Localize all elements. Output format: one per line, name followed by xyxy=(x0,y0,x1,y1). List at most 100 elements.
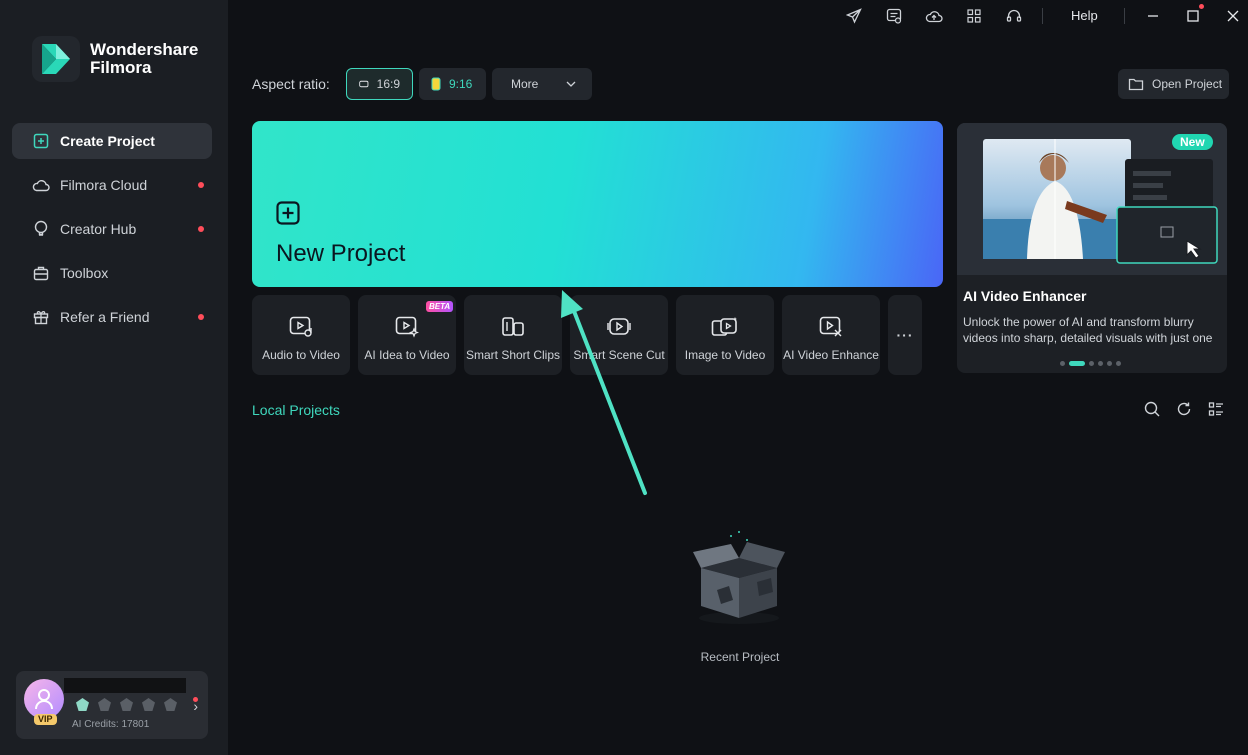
sidebar-item-refer-a-friend[interactable]: Refer a Friend xyxy=(12,299,212,335)
notification-dot xyxy=(1199,4,1204,9)
aspect-option-label: 16:9 xyxy=(376,77,400,91)
tile-ai-idea-to-video[interactable]: BETA AI Idea to Video xyxy=(358,295,456,375)
toolbox-icon xyxy=(32,264,50,282)
sidebar-item-label: Creator Hub xyxy=(60,221,137,237)
tile-label: Audio to Video xyxy=(262,348,340,362)
folder-icon xyxy=(1128,78,1144,91)
user-card[interactable]: VIP › AI Credits: 17801 xyxy=(16,671,208,739)
minimize-icon[interactable] xyxy=(1143,6,1163,26)
notification-dot xyxy=(198,314,204,320)
portrait-icon xyxy=(431,77,441,91)
promo-card[interactable]: New AI Video Enhancer Unlock the power o… xyxy=(957,123,1227,373)
beta-badge: BETA xyxy=(426,301,454,312)
badge-icon xyxy=(98,698,111,711)
ellipsis-icon: ··· xyxy=(896,327,914,343)
open-project-label: Open Project xyxy=(1152,77,1223,91)
brand-logo: Wondershare Filmora xyxy=(32,36,198,82)
divider xyxy=(1124,8,1125,24)
carousel-dot[interactable] xyxy=(1089,361,1094,366)
open-project-button[interactable]: Open Project xyxy=(1118,69,1229,99)
carousel-dot[interactable] xyxy=(1116,361,1121,366)
tile-label: Smart Short Clips xyxy=(465,348,561,362)
send-icon[interactable] xyxy=(844,6,864,26)
new-project-button[interactable]: New Project xyxy=(252,121,943,287)
aspect-9-16-button[interactable]: 9:16 xyxy=(419,68,486,100)
feedback-icon[interactable] xyxy=(884,6,904,26)
audio-to-video-icon xyxy=(289,315,313,339)
sidebar-item-create-project[interactable]: Create Project xyxy=(12,123,212,159)
lightbulb-icon xyxy=(32,220,50,238)
notification-dot xyxy=(198,226,204,232)
list-view-icon[interactable] xyxy=(1207,400,1225,418)
maximize-icon[interactable] xyxy=(1183,6,1203,26)
user-name-redacted xyxy=(64,678,186,693)
sidebar-item-label: Filmora Cloud xyxy=(60,177,148,193)
carousel-dot[interactable] xyxy=(1098,361,1103,366)
add-project-icon xyxy=(276,201,300,230)
brand-line-2: Filmora xyxy=(90,58,152,77)
tile-audio-to-video[interactable]: Audio to Video xyxy=(252,295,350,375)
notification-dot xyxy=(198,182,204,188)
sidebar-item-toolbox[interactable]: Toolbox xyxy=(12,255,212,291)
tile-label: Image to Video xyxy=(684,348,766,362)
promo-image: New xyxy=(957,123,1227,275)
new-project-label: New Project xyxy=(276,240,406,267)
badge-icon xyxy=(142,698,155,711)
aspect-ratio-label: Aspect ratio: xyxy=(252,76,330,92)
more-tools-button[interactable]: ··· xyxy=(888,295,922,375)
promo-description: Unlock the power of AI and transform blu… xyxy=(963,315,1213,345)
sidebar-item-label: Toolbox xyxy=(60,265,109,281)
filmora-logo-icon xyxy=(32,36,80,82)
headset-icon[interactable] xyxy=(1004,6,1024,26)
avatar[interactable] xyxy=(24,679,64,719)
brand-name: Wondershare Filmora xyxy=(90,41,198,77)
badge-icon xyxy=(76,698,89,711)
brand-line-1: Wondershare xyxy=(90,40,199,59)
sidebar: Wondershare Filmora Create Project Filmo… xyxy=(0,0,228,755)
filmora-app: Wondershare Filmora Create Project Filmo… xyxy=(0,0,1248,755)
sidebar-item-label: Refer a Friend xyxy=(60,309,150,325)
image-to-video-icon xyxy=(711,315,739,339)
tile-smart-scene-cut[interactable]: Smart Scene Cut xyxy=(570,295,668,375)
tile-image-to-video[interactable]: Image to Video xyxy=(676,295,774,375)
new-badge: New xyxy=(1172,134,1213,150)
cloud-upload-icon[interactable] xyxy=(924,6,944,26)
tile-ai-video-enhance[interactable]: AI Video Enhance xyxy=(782,295,880,375)
gift-icon xyxy=(32,308,50,326)
vip-badge: VIP xyxy=(34,714,57,725)
carousel-dot-active[interactable] xyxy=(1069,361,1085,366)
badge-icon xyxy=(120,698,133,711)
search-icon[interactable] xyxy=(1143,400,1161,418)
tile-label: AI Idea to Video xyxy=(364,348,450,362)
aspect-16-9-button[interactable]: 16:9 xyxy=(346,68,413,100)
tile-smart-short-clips[interactable]: Smart Short Clips xyxy=(464,295,562,375)
divider xyxy=(1042,8,1043,24)
sidebar-item-label: Create Project xyxy=(60,133,155,149)
refresh-icon[interactable] xyxy=(1175,400,1193,418)
tile-label: Smart Scene Cut xyxy=(573,348,665,362)
ai-idea-icon xyxy=(395,315,419,339)
cloud-icon xyxy=(32,176,50,194)
chevron-down-icon xyxy=(566,81,576,87)
close-icon[interactable] xyxy=(1223,6,1243,26)
chevron-right-icon[interactable]: › xyxy=(193,698,198,714)
ai-credits: AI Credits: 17801 xyxy=(72,719,150,730)
short-clips-icon xyxy=(501,315,525,339)
sidebar-item-filmora-cloud[interactable]: Filmora Cloud xyxy=(12,167,212,203)
sidebar-nav: Create Project Filmora Cloud Creator Hub xyxy=(12,123,212,343)
title-bar: Help xyxy=(228,0,1248,32)
landscape-icon xyxy=(359,80,369,88)
empty-box-icon xyxy=(687,530,791,631)
tile-label: AI Video Enhance xyxy=(783,348,879,362)
scene-cut-icon xyxy=(607,315,631,339)
apps-grid-icon[interactable] xyxy=(964,6,984,26)
aspect-more-dropdown[interactable]: More xyxy=(492,68,592,100)
achievement-badges xyxy=(76,698,177,711)
carousel-dot[interactable] xyxy=(1107,361,1112,366)
carousel-dots xyxy=(1060,361,1121,366)
carousel-dot[interactable] xyxy=(1060,361,1065,366)
video-enhance-icon xyxy=(819,315,843,339)
help-button[interactable]: Help xyxy=(1071,8,1098,23)
local-projects-title: Local Projects xyxy=(252,402,340,418)
sidebar-item-creator-hub[interactable]: Creator Hub xyxy=(12,211,212,247)
